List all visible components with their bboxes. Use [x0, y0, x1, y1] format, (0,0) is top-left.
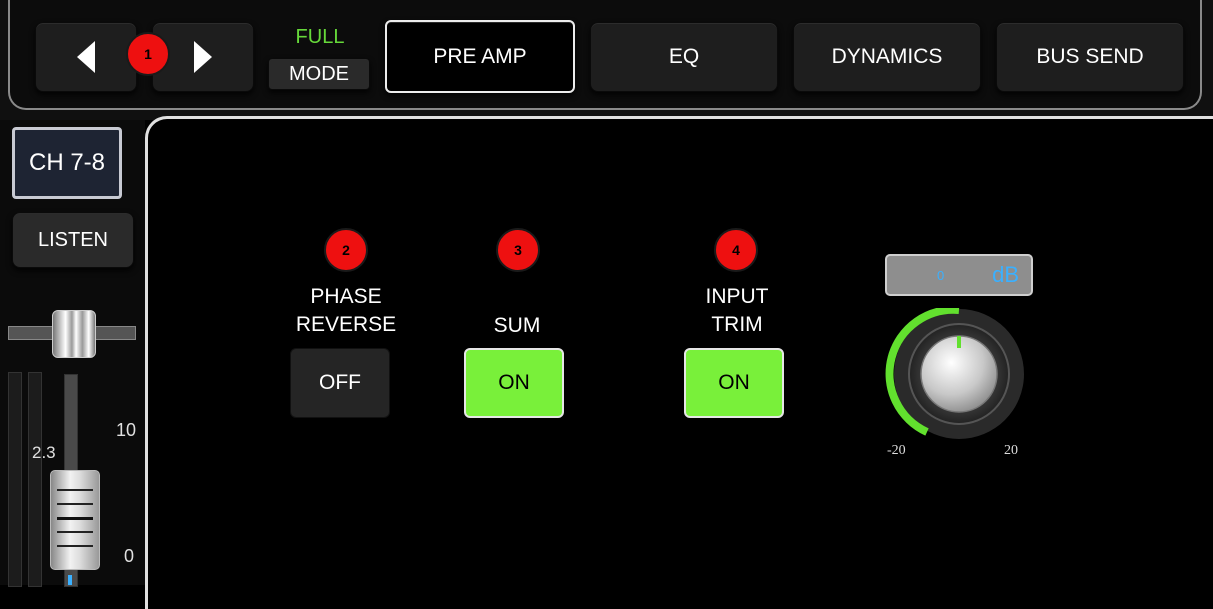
tab-label: BUS SEND	[1036, 45, 1144, 68]
level-meter-left	[8, 372, 22, 587]
gain-min-label: -20	[887, 443, 906, 458]
fader-handle[interactable]	[50, 470, 100, 570]
input-trim-toggle[interactable]: ON	[684, 348, 784, 418]
tab-label: PRE AMP	[433, 44, 527, 68]
annotation-badge-4: 4	[714, 228, 758, 272]
fader-level-marker	[68, 575, 72, 585]
pan-slider-handle[interactable]	[52, 310, 96, 358]
listen-button[interactable]: LISTEN	[12, 212, 134, 268]
phase-reverse-toggle[interactable]: OFF	[290, 348, 390, 418]
input-trim-state: ON	[718, 371, 750, 394]
gain-knob[interactable]	[882, 308, 1032, 446]
tab-label: EQ	[668, 45, 700, 68]
annotation-badge-1: 1	[126, 32, 170, 76]
tab-eq[interactable]: EQ	[590, 22, 778, 92]
sum-label: SUM	[493, 314, 541, 337]
arrow-left-icon	[77, 41, 95, 73]
arrow-right-icon	[194, 41, 212, 73]
gain-readout[interactable]: 0 dB	[885, 254, 1033, 296]
channel-label: CH 7-8	[28, 149, 106, 176]
tab-dynamics[interactable]: DYNAMICS	[793, 22, 981, 92]
prev-channel-button[interactable]	[35, 22, 137, 92]
fader-scale-bottom: 0	[124, 546, 135, 566]
tab-pre-amp[interactable]: PRE AMP	[385, 20, 575, 93]
tab-bus-send[interactable]: BUS SEND	[996, 22, 1184, 92]
listen-label: LISTEN	[37, 228, 109, 251]
knob-indicator	[957, 336, 961, 348]
fader-scale-top: 10	[116, 420, 137, 440]
annotation-badge-2: 2	[324, 228, 368, 272]
phase-reverse-state: OFF	[319, 371, 361, 394]
mode-button-label: MODE	[289, 62, 349, 85]
input-trim-label: INPUT TRIM	[705, 285, 769, 336]
level-meter-right	[28, 372, 42, 587]
fader-value-readout: 2.3	[32, 443, 56, 462]
annotation-badge-3: 3	[496, 228, 540, 272]
phase-reverse-label: PHASE REVERSE	[295, 285, 397, 336]
tab-label: DYNAMICS	[831, 45, 943, 68]
sum-state: ON	[498, 371, 530, 394]
channel-select-button[interactable]: CH 7-8	[12, 127, 122, 199]
gain-value: 0	[937, 268, 945, 283]
full-mode-status: FULL	[295, 26, 345, 48]
sum-toggle[interactable]: ON	[464, 348, 564, 418]
gain-max-label: 20	[1004, 443, 1018, 458]
mode-button[interactable]: MODE	[268, 58, 370, 90]
gain-unit: dB	[992, 262, 1019, 287]
